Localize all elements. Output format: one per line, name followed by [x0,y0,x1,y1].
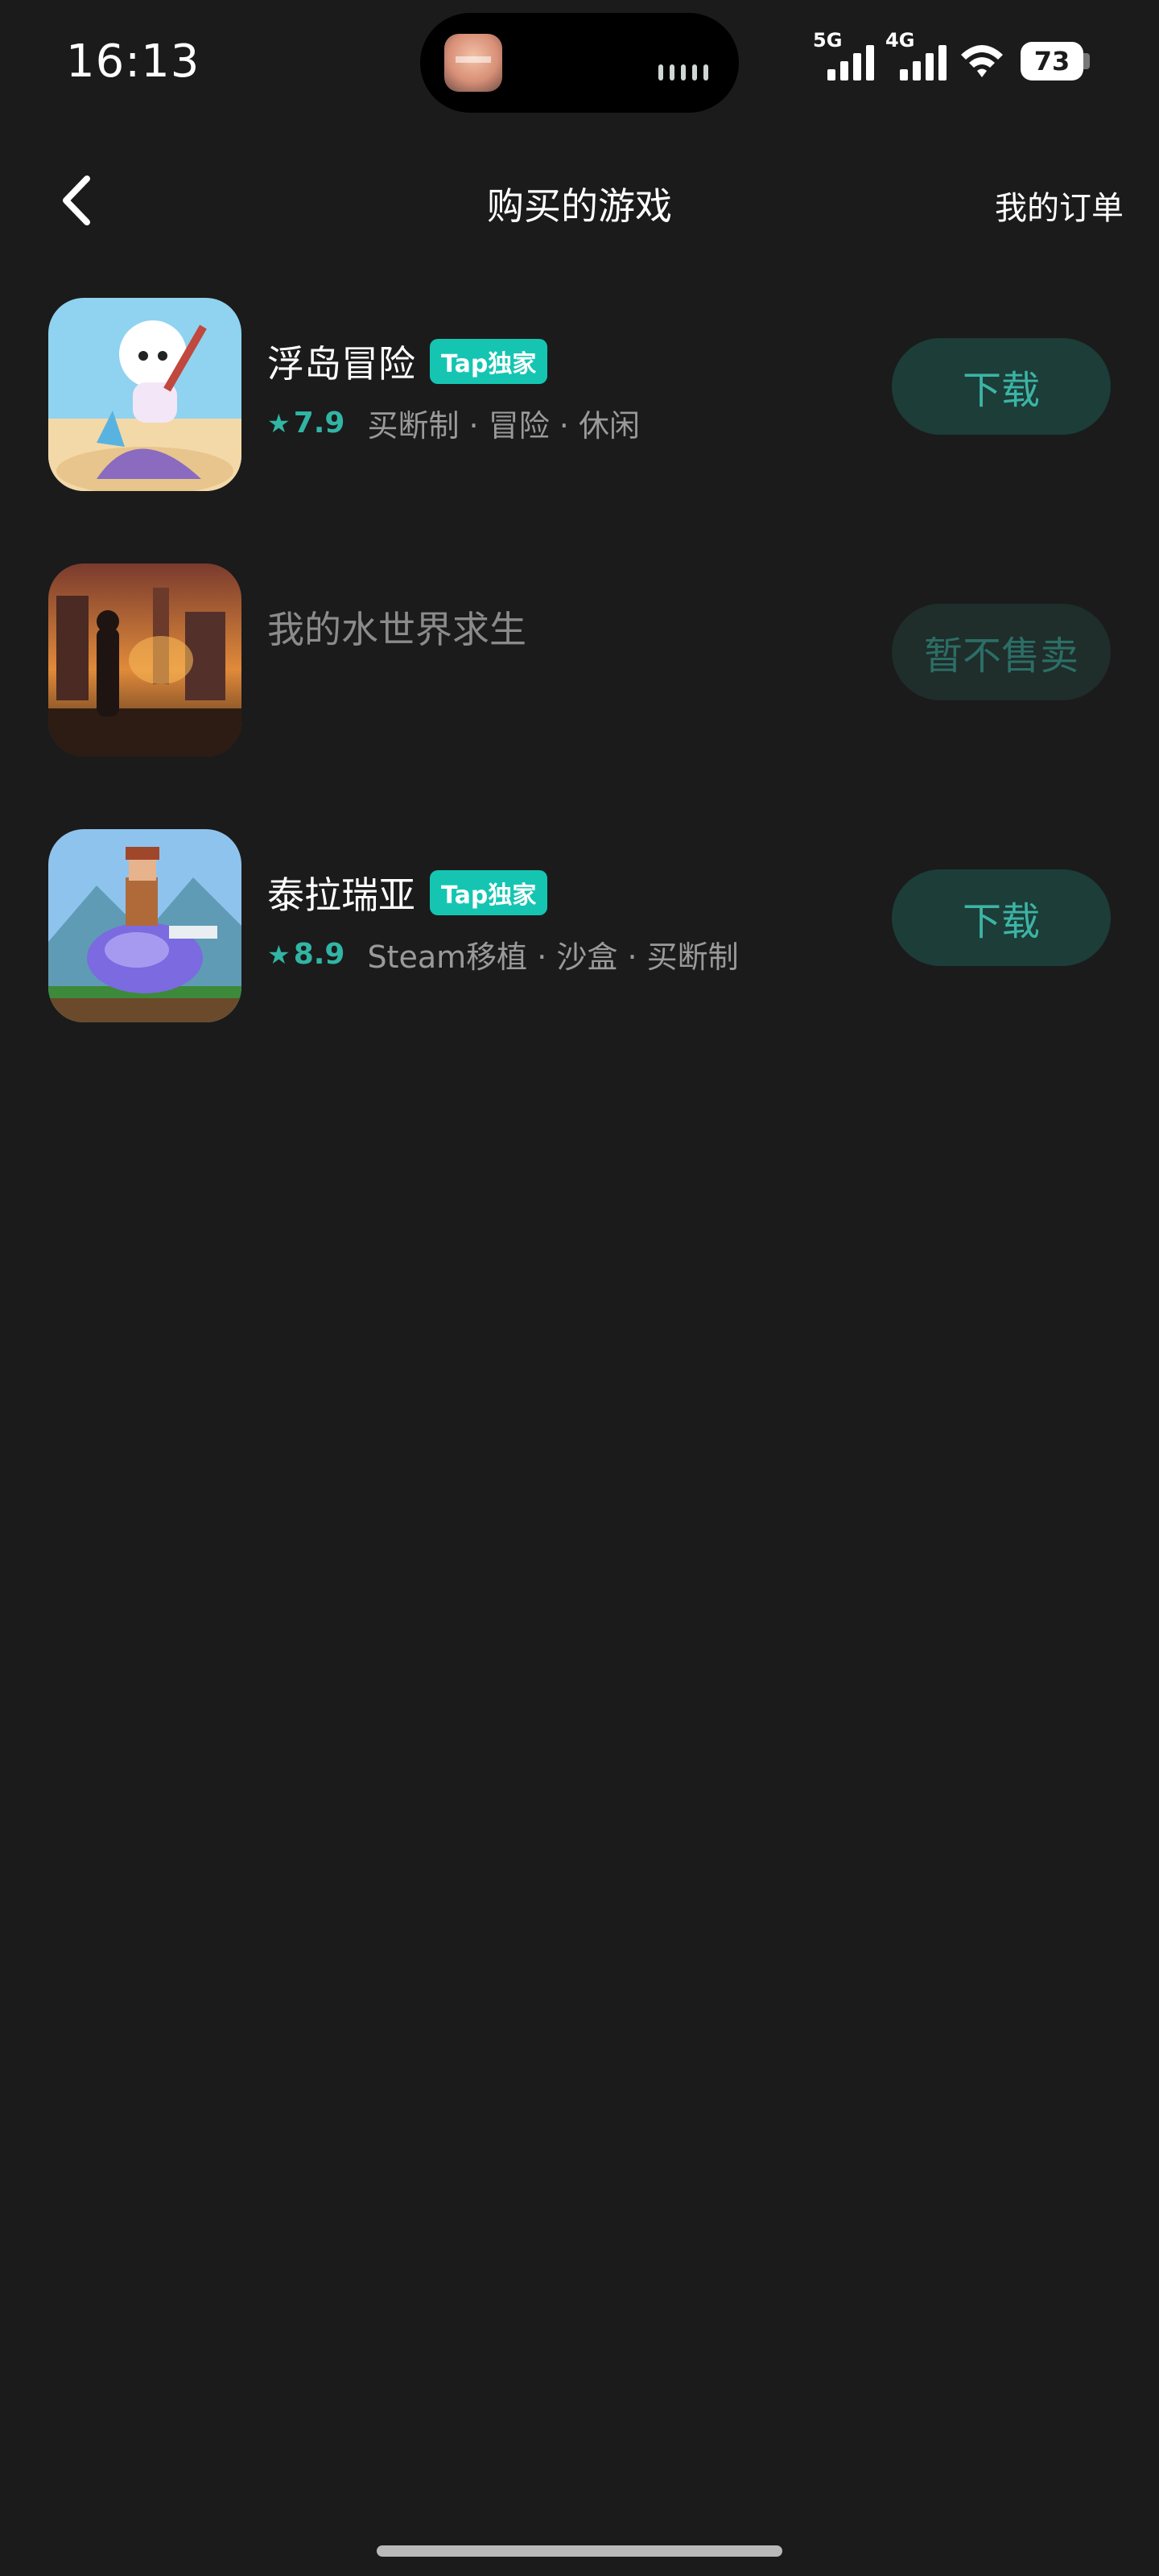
audio-waveform-icon [658,64,708,80]
tap-exclusive-badge: Tap独家 [430,339,548,384]
star-icon: ★ [267,407,291,439]
game-row-terraria[interactable]: 泰拉瑞亚 Tap独家 ★ 8.9 Steam移植 · 沙盒 · 买断制 下载 [48,829,1111,1022]
home-indicator[interactable] [377,2545,782,2557]
star-icon: ★ [267,939,291,970]
game-icon-fudao [48,298,241,491]
battery-icon: 73 [1021,42,1090,80]
tap-exclusive-badge: Tap独家 [430,870,548,915]
cellular-4g-icon: 4G [885,29,947,80]
game-rating: 7.9 [293,407,345,440]
page-title: 购买的游戏 [487,184,672,228]
game-icon-terraria [48,829,241,1022]
game-row-water-world[interactable]: 我的水世界求生 暂不售卖 [48,564,1111,757]
game-rating: 8.9 [293,938,345,971]
download-button[interactable]: 下载 [892,338,1111,435]
game-icon-water-world [48,564,241,757]
game-name: 浮岛冒险 [267,342,415,386]
game-info: 浮岛冒险 Tap独家 ★ 7.9 买断制 · 冒险 · 休闲 [267,335,640,445]
live-activity-avatar-icon [444,34,502,92]
cellular-5g-icon: 5G [813,29,874,80]
download-button[interactable]: 下载 [892,869,1111,966]
game-name: 泰拉瑞亚 [267,873,415,917]
status-time: 16:13 [66,35,200,88]
status-icons: 5G 4G 73 [813,29,1090,80]
battery-level: 73 [1021,42,1083,80]
my-orders-link[interactable]: 我的订单 [995,182,1124,229]
purchased-games-page: 16:13 5G 4G 73 购买的游戏 我的订单 浮岛冒险 Tap独家 ★ 7… [0,0,1159,2576]
dynamic-island[interactable] [420,13,739,113]
game-tags: 买断制 · 冒险 · 休闲 [367,408,640,444]
game-info: 泰拉瑞亚 Tap独家 ★ 8.9 Steam移植 · 沙盒 · 买断制 [267,866,739,976]
wifi-icon [961,45,1003,77]
game-tags: Steam移植 · 沙盒 · 买断制 [367,939,739,975]
game-name: 我的水世界求生 [267,608,526,651]
not-for-sale-button[interactable]: 暂不售卖 [892,604,1111,700]
game-row-fudao[interactable]: 浮岛冒险 Tap独家 ★ 7.9 买断制 · 冒险 · 休闲 下载 [48,298,1111,491]
game-info: 我的水世界求生 [267,601,526,654]
